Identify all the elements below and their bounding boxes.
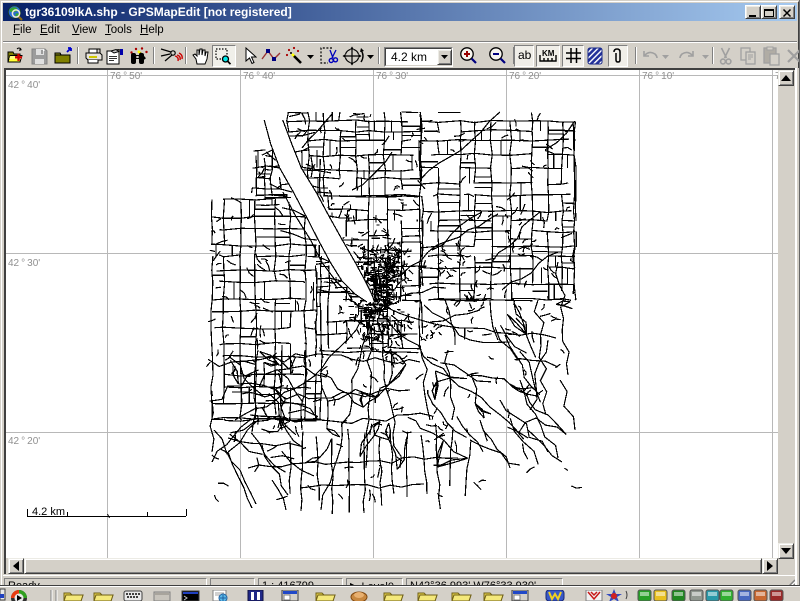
svg-text:76 ° 40': 76 ° 40' (243, 71, 275, 82)
svg-text:76 ° 20': 76 ° 20' (509, 71, 541, 82)
svg-text:42 ° 40': 42 ° 40' (8, 80, 40, 91)
svg-text:4.2 km: 4.2 km (32, 506, 65, 518)
svg-text:42 ° 20': 42 ° 20' (8, 436, 40, 447)
svg-text:76 ° 50': 76 ° 50' (110, 71, 142, 82)
svg-text:76 ° 30': 76 ° 30' (376, 71, 408, 82)
svg-text:KM: KM (542, 49, 555, 58)
svg-text:76 ° 10': 76 ° 10' (642, 71, 674, 82)
svg-text:42 ° 30': 42 ° 30' (8, 258, 40, 269)
